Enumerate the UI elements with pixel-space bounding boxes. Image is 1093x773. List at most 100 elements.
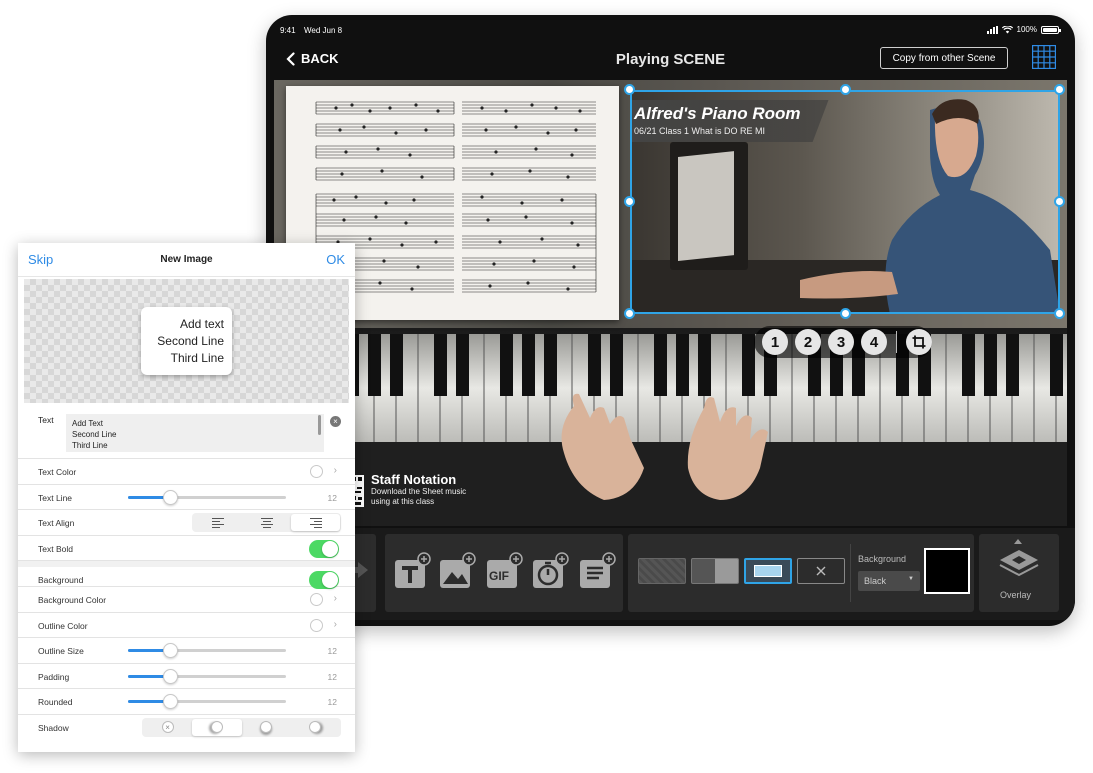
align-right-button[interactable] (291, 514, 340, 532)
clear-text-icon[interactable]: × (330, 416, 341, 427)
text-bold-toggle[interactable] (309, 539, 339, 558)
scene-button-2[interactable]: 2 (795, 329, 821, 355)
text-input-scrollbar[interactable] (318, 415, 321, 435)
add-timer-icon[interactable] (531, 552, 569, 590)
background-color-swatch[interactable] (310, 592, 323, 606)
align-center-icon (260, 517, 273, 528)
text-bold-row: Text Bold (18, 536, 355, 562)
chevron-down-icon: ▼ (908, 576, 914, 582)
outline-color-swatch[interactable] (310, 618, 323, 632)
video-title-card: Alfred's Piano Room 06/21 Class 1 What i… (630, 100, 829, 142)
shadow-row: Shadow × (18, 715, 355, 741)
background-color-swatch[interactable] (924, 548, 970, 594)
outline-color-row[interactable]: Outline Color › (18, 613, 355, 639)
shadow-left-button[interactable] (192, 718, 242, 736)
status-bar: 9:41 Wed Jun 8 100% (266, 15, 1075, 39)
add-text-icon[interactable] (393, 552, 431, 590)
text-line-label: Text Line (38, 492, 73, 503)
outline-size-row: Outline Size 12 (18, 638, 355, 664)
scene-number-bar: 1 2 3 4 (754, 326, 932, 358)
background-panel: Background Black ▼ (628, 534, 974, 612)
shadow-label: Shadow (38, 722, 69, 733)
bottom-toolbar: GIF Background Black ▼ Overlay (266, 528, 1075, 620)
add-image-icon[interactable] (438, 552, 476, 590)
wifi-icon (1001, 25, 1013, 33)
status-time: 9:41 (280, 26, 296, 35)
text-input-line-1: Add Text (72, 419, 103, 428)
status-right: 100% (986, 25, 1061, 34)
navigation-bar: BACK Playing SCENE Copy from other Scene (266, 43, 1075, 79)
scene-button-4[interactable]: 4 (861, 329, 887, 355)
background-label: Background (38, 575, 84, 586)
chevron-right-icon: › (333, 465, 337, 476)
outline-size-label: Outline Size (38, 646, 84, 657)
text-align-row: Text Align (18, 510, 355, 536)
chevron-right-icon: › (333, 592, 337, 604)
overlay-panel[interactable]: Overlay (979, 534, 1059, 612)
background-color-label: Background Color (38, 594, 107, 605)
shadow-right-icon (309, 721, 322, 734)
chevron-right-icon: › (333, 618, 337, 630)
slider-knob[interactable] (163, 489, 179, 505)
outline-color-label: Outline Color (38, 620, 88, 631)
text-line-value: 12 (327, 492, 337, 503)
align-center-button[interactable] (242, 514, 291, 531)
status-date: Wed Jun 8 (304, 26, 343, 35)
background-style-framed[interactable] (744, 558, 792, 584)
shadow-right-button[interactable] (291, 719, 340, 736)
rounded-slider[interactable] (128, 694, 286, 710)
slider-knob[interactable] (163, 694, 179, 710)
crop-button[interactable] (906, 329, 932, 355)
text-input[interactable]: Add Text Second Line Third Line (66, 414, 324, 452)
rounded-row: Rounded 12 (18, 689, 355, 715)
text-align-segmented (192, 513, 341, 533)
shadow-none-button[interactable]: × (143, 719, 192, 736)
chevron-up-icon (1014, 539, 1022, 544)
tablet-window: 9:41 Wed Jun 8 100% BACK Playing SCENE C… (266, 15, 1075, 626)
resize-handle-top-right[interactable] (1054, 84, 1065, 95)
padding-value: 12 (327, 671, 337, 682)
outline-size-slider[interactable] (128, 643, 286, 659)
add-list-icon[interactable] (578, 552, 616, 590)
resize-handle-left[interactable] (624, 196, 635, 207)
text-color-label: Text Color (38, 467, 77, 477)
align-left-button[interactable] (193, 514, 242, 531)
video-layer[interactable]: Alfred's Piano Room 06/21 Class 1 What i… (630, 90, 1060, 314)
background-style-split[interactable] (691, 558, 739, 584)
scene-button-3[interactable]: 3 (828, 329, 854, 355)
grid-icon[interactable] (1032, 45, 1056, 69)
outline-size-value: 12 (327, 646, 337, 657)
staff-notation-caption: Staff Notation Download the Sheet music … (371, 472, 466, 507)
text-input-line-2: Second Line (72, 430, 117, 439)
background-color-row[interactable]: Background Color › (18, 587, 355, 613)
resize-handle-top-left[interactable] (624, 84, 635, 95)
text-color-swatch[interactable] (310, 465, 323, 478)
background-style-none[interactable] (797, 558, 845, 584)
resize-handle-bottom-right[interactable] (1054, 308, 1065, 319)
scene-button-1[interactable]: 1 (762, 329, 788, 355)
dialog-title: New Image (160, 254, 213, 265)
background-color-select[interactable]: Black ▼ (858, 571, 920, 591)
resize-handle-bottom[interactable] (840, 308, 851, 319)
video-title: Alfred's Piano Room (634, 104, 801, 123)
resize-handle-bottom-left[interactable] (624, 308, 635, 319)
copy-from-scene-button[interactable]: Copy from other Scene (880, 47, 1008, 69)
new-image-dialog: Skip New Image OK Add text Second Line T… (18, 243, 355, 752)
slider-knob[interactable] (163, 668, 179, 684)
resize-handle-right[interactable] (1054, 196, 1065, 207)
text-line-slider[interactable] (128, 489, 286, 505)
text-color-row[interactable]: Text Color › (18, 459, 355, 485)
align-right-icon (309, 517, 322, 528)
ok-button[interactable]: OK (326, 252, 345, 267)
add-element-panel: GIF (385, 534, 623, 612)
overlay-label: Overlay (1000, 590, 1032, 600)
add-gif-icon[interactable]: GIF (485, 552, 523, 590)
shadow-center-icon (260, 721, 273, 734)
padding-slider[interactable] (128, 668, 286, 684)
background-label: Background (858, 554, 907, 564)
background-style-dark[interactable] (638, 558, 686, 584)
scene-preview[interactable]: Alfred's Piano Room 06/21 Class 1 What i… (274, 80, 1067, 526)
shadow-center-button[interactable] (242, 719, 291, 736)
slider-knob[interactable] (163, 643, 179, 659)
resize-handle-top[interactable] (840, 84, 851, 95)
